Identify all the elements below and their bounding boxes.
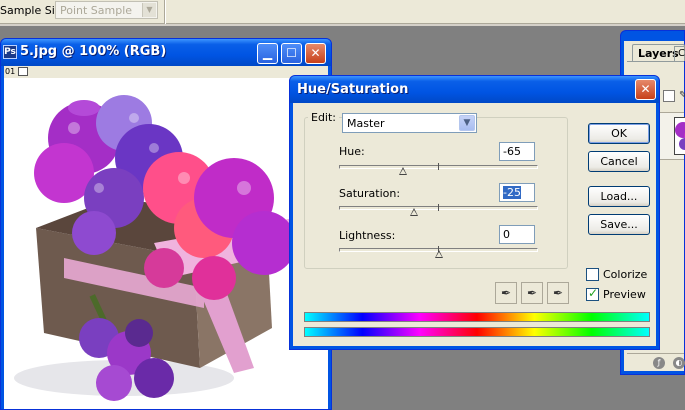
save-button[interactable]: Save... <box>588 214 650 235</box>
hue-saturation-dialog[interactable]: Hue/Saturation ✕ Edit: Master ▼ Hue: -65… <box>289 75 660 350</box>
sample-size-value: Point Sample <box>60 4 133 17</box>
eyedropper-group: ✒ ✒ ✒ <box>495 282 571 304</box>
lock-transparency-icon[interactable] <box>663 90 675 102</box>
saturation-value: -25 <box>503 186 521 199</box>
saturation-slider-track[interactable] <box>339 204 538 216</box>
dialog-title: Hue/Saturation <box>297 82 409 97</box>
preview-label: Preview <box>603 288 646 301</box>
saturation-slider-center-tick <box>438 204 439 211</box>
brush-icon[interactable]: ✎ <box>679 90 685 102</box>
output-color-spectrum <box>304 327 650 337</box>
hue-slider-thumb[interactable] <box>399 167 408 175</box>
saturation-slider-thumb[interactable] <box>409 208 418 216</box>
hue-slider-center-tick <box>438 163 439 170</box>
maximize-button[interactable]: ☐ <box>281 43 302 64</box>
edit-channel-value: Master <box>347 117 385 130</box>
dialog-title-bar[interactable]: Hue/Saturation ✕ <box>290 76 659 103</box>
tulip-bouquet-image <box>14 95 304 401</box>
lightness-value: 0 <box>503 228 510 241</box>
document-title: 5.jpg @ 100% (RGB) <box>20 44 167 59</box>
document-window[interactable]: Ps 5.jpg @ 100% (RGB) ▁ ☐ ✕ 01 <box>0 38 332 410</box>
colorize-label: Colorize <box>603 268 648 281</box>
hue-value: -65 <box>503 145 521 158</box>
image-canvas[interactable] <box>4 78 328 409</box>
layer-style-icon[interactable]: ƒ <box>653 357 665 369</box>
lightness-slider-thumb[interactable] <box>434 250 443 258</box>
input-color-spectrum <box>304 312 650 322</box>
saturation-label: Saturation: <box>339 187 401 200</box>
options-bar: Sample Size: Point Sample ▼ <box>0 0 685 24</box>
document-status-bar: 01 <box>4 66 328 78</box>
hue-value-field[interactable]: -65 <box>499 142 535 161</box>
lightness-label: Lightness: <box>339 229 396 242</box>
hue-slider-track[interactable] <box>339 163 538 175</box>
new-fill-layer-icon[interactable]: ◐ <box>673 357 685 369</box>
status-text: 01 <box>5 67 16 76</box>
saturation-value-field[interactable]: -25 <box>499 183 535 202</box>
layers-footer: ƒ ◐ <box>627 353 685 371</box>
dialog-body: Edit: Master ▼ Hue: -65 Saturation: -25 … <box>293 103 656 346</box>
lightness-value-field[interactable]: 0 <box>499 225 535 244</box>
edit-label: Edit: <box>308 111 340 124</box>
eyedropper-icon[interactable]: ✒ <box>495 282 517 304</box>
layer-thumbnail <box>674 117 685 155</box>
load-button[interactable]: Load... <box>588 186 650 207</box>
options-bar-shadow <box>0 24 685 26</box>
envelope-icon <box>18 67 29 76</box>
edit-channel-select[interactable]: Master ▼ <box>342 113 477 133</box>
chevron-down-icon: ▼ <box>459 115 475 131</box>
minimize-button[interactable]: ▁ <box>257 43 278 64</box>
preview-checkbox[interactable] <box>586 286 599 301</box>
document-title-bar[interactable]: Ps 5.jpg @ 100% (RGB) ▁ ☐ ✕ <box>1 39 331 66</box>
chevron-down-icon: ▼ <box>142 3 156 17</box>
hue-label: Hue: <box>339 145 365 158</box>
lightness-slider-track[interactable] <box>339 246 538 258</box>
eyedropper-minus-icon[interactable]: ✒ <box>547 282 569 304</box>
sample-size-select[interactable]: Point Sample ▼ <box>55 1 158 19</box>
toolbar-separator <box>164 0 166 24</box>
photoshop-app-icon[interactable]: Ps <box>3 45 17 59</box>
dialog-close-button[interactable]: ✕ <box>635 79 656 100</box>
eyedropper-plus-icon[interactable]: ✒ <box>521 282 543 304</box>
close-button[interactable]: ✕ <box>305 43 326 64</box>
ok-button[interactable]: OK <box>588 123 650 144</box>
cancel-button[interactable]: Cancel <box>588 151 650 172</box>
tab-character[interactable]: Char <box>674 46 685 61</box>
colorize-checkbox[interactable] <box>586 268 599 281</box>
